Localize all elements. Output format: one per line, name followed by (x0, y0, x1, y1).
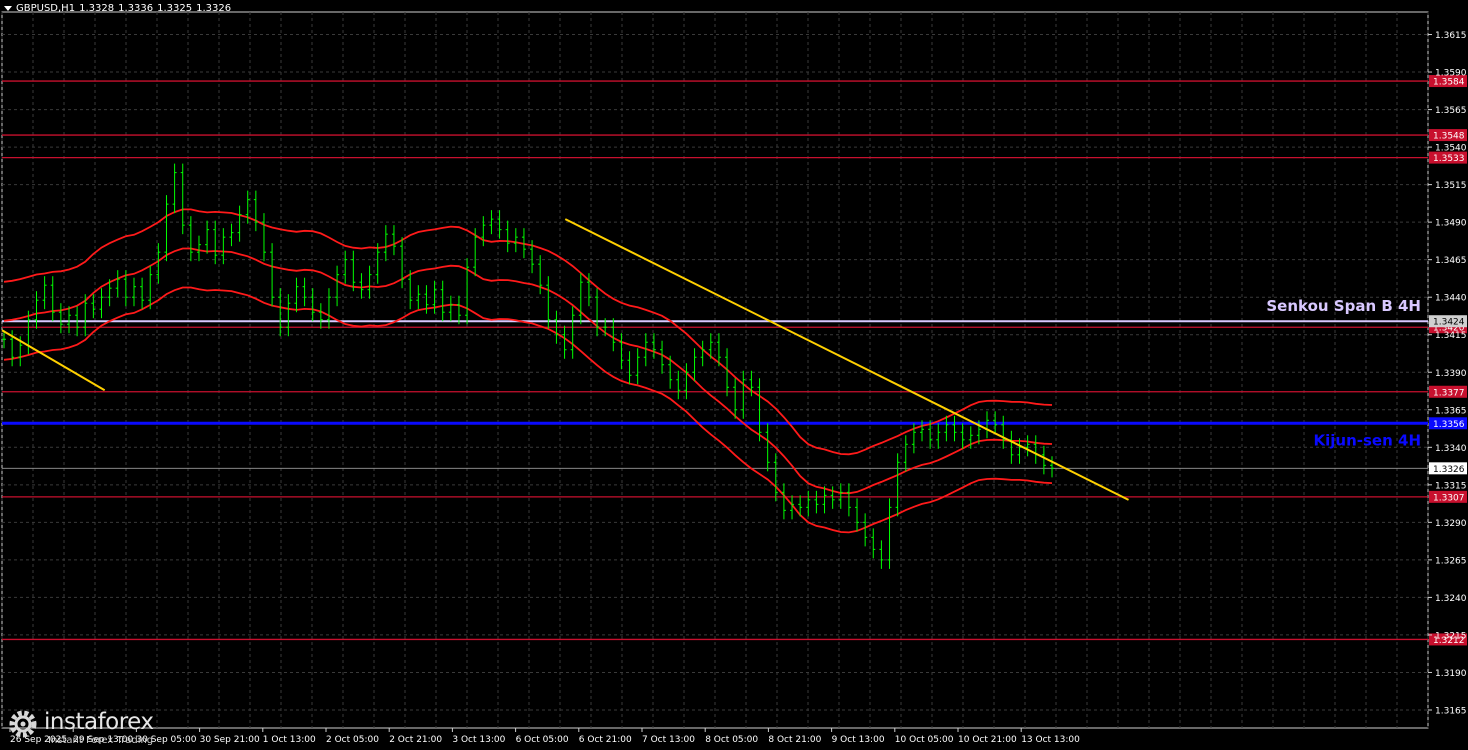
y-tick-label: 1.3340 (1435, 444, 1467, 454)
y-tick-label: 1.3240 (1435, 594, 1467, 604)
x-tick-label: 13 Oct 13:00 (1021, 735, 1080, 745)
y-tick-label: 1.3515 (1435, 181, 1467, 191)
y-tick-label: 1.3315 (1435, 481, 1467, 491)
x-tick-label: 8 Oct 21:00 (768, 735, 821, 745)
x-tick-label: 10 Oct 21:00 (958, 735, 1017, 745)
y-tick-label: 1.3415 (1435, 331, 1467, 341)
x-tick-label: 1 Oct 13:00 (263, 735, 316, 745)
y-tick-label: 1.3165 (1435, 706, 1467, 716)
level-label: 1.3548 (1433, 132, 1465, 142)
x-tick-label: 6 Oct 05:00 (516, 735, 569, 745)
y-tick-label: 1.3365 (1435, 406, 1467, 416)
level-label: 1.3584 (1433, 78, 1465, 88)
middle-band (3, 247, 1053, 495)
y-tick-label: 1.3190 (1435, 669, 1467, 679)
price-series (2, 163, 1054, 569)
x-tick-label: 10 Oct 05:00 (895, 735, 954, 745)
x-tick-label: 8 Oct 05:00 (705, 735, 758, 745)
kijun-name-label: Kijun-sen 4H (1314, 431, 1421, 449)
lower-band (3, 286, 1053, 534)
current-price-label: 1.3326 (1433, 465, 1465, 475)
level-label: 1.3533 (1433, 154, 1465, 164)
ohlc-open: 1.3328 (79, 3, 115, 14)
kijun-price-label: 1.3356 (1433, 420, 1465, 430)
y-tick-label: 1.3565 (1435, 106, 1467, 116)
ohlc-close: 1.3326 (196, 3, 232, 14)
trend-line (564, 218, 1129, 501)
y-tick-label: 1.3540 (1435, 144, 1467, 154)
trend-line (1, 329, 106, 392)
y-tick-label: 1.3615 (1435, 31, 1467, 41)
x-tick-label: 9 Oct 13:00 (832, 735, 885, 745)
gear-logo-icon (9, 710, 37, 738)
logo-tagline: Instant Forex Trading (48, 735, 154, 746)
level-label: 1.3307 (1433, 493, 1465, 503)
dropdown-triangle-icon[interactable] (4, 5, 12, 11)
x-tick-label: 6 Oct 21:00 (579, 735, 632, 745)
chart-grid (1, 11, 1429, 729)
y-tick-label: 1.3215 (1435, 631, 1467, 641)
y-tick-label: 1.3490 (1435, 219, 1467, 229)
y-tick-label: 1.3290 (1435, 519, 1467, 529)
envelope-bands (3, 208, 1053, 534)
ohlc-high: 1.3336 (118, 3, 154, 14)
instaforex-logo: instaforex Instant Forex Trading (2, 703, 180, 749)
level-label: 1.3377 (1433, 388, 1465, 398)
x-tick-label: 2 Oct 21:00 (389, 735, 442, 745)
senkou-price-label: 1.3424 (1433, 318, 1465, 328)
ohlc-low: 1.3325 (157, 3, 193, 14)
senkou-name-label: Senkou Span B 4H (1266, 297, 1421, 315)
y-tick-label: 1.3390 (1435, 369, 1467, 379)
y-tick-label: 1.3265 (1435, 556, 1467, 566)
x-tick-label: 2 Oct 05:00 (326, 735, 379, 745)
logo-brand: instaforex (44, 709, 154, 735)
symbol-label: GBPUSD,H1 (16, 3, 76, 14)
y-tick-label: 1.3465 (1435, 256, 1467, 266)
price-chart[interactable]: 1.35841.35481.35331.34201.33771.33071.32… (0, 0, 1468, 750)
y-tick-label: 1.3590 (1435, 69, 1467, 79)
upper-band (3, 208, 1053, 456)
y-tick-label: 1.3440 (1435, 294, 1467, 304)
x-tick-label: 3 Oct 13:00 (452, 735, 505, 745)
chart-title: GBPUSD,H1 1.3328 1.3336 1.3325 1.3326 (4, 3, 235, 14)
x-tick-label: 7 Oct 13:00 (642, 735, 695, 745)
x-tick-label: 30 Sep 21:00 (200, 735, 260, 745)
